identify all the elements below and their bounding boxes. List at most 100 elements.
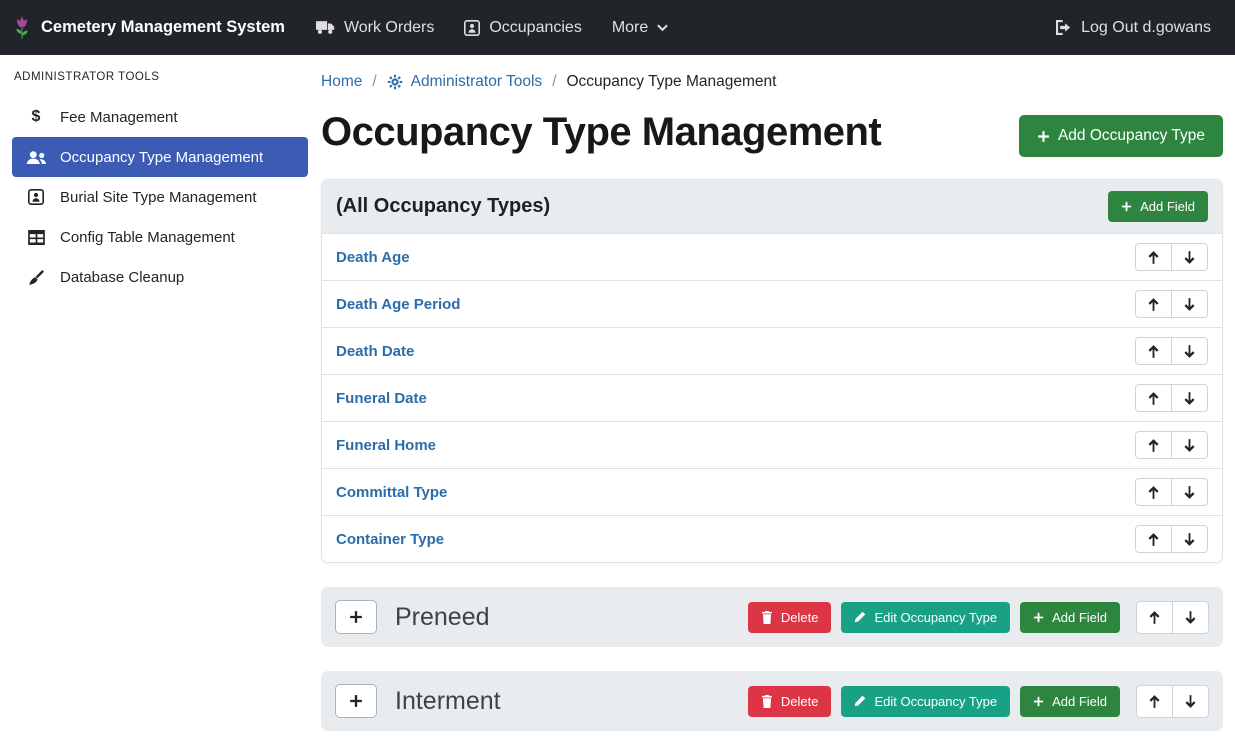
reorder-group: [1135, 337, 1208, 365]
breadcrumb-section-label: Administrator Tools: [411, 73, 543, 91]
move-down-button[interactable]: [1172, 685, 1209, 718]
all-occupancy-types-header: (All Occupancy Types) Add Field: [322, 180, 1222, 233]
plus-icon: [349, 610, 363, 624]
field-link[interactable]: Funeral Home: [336, 437, 436, 454]
breadcrumb-current: Occupancy Type Management: [567, 73, 777, 91]
expand-section-button[interactable]: [335, 600, 377, 634]
breadcrumb-home-link[interactable]: Home: [321, 73, 362, 91]
sidebar-section-header: ADMINISTRATOR TOOLS: [14, 71, 306, 83]
arrow-down-icon: [1184, 533, 1195, 546]
arrow-up-icon: [1148, 392, 1159, 405]
sidebar-item-label: Fee Management: [60, 109, 178, 126]
nav-item-work-orders[interactable]: Work Orders: [301, 19, 449, 37]
field-row: Funeral Home: [322, 421, 1222, 468]
edit-label: Edit Occupancy Type: [874, 694, 997, 709]
move-down-button[interactable]: [1171, 243, 1208, 271]
move-down-button[interactable]: [1172, 601, 1209, 634]
move-down-button[interactable]: [1171, 525, 1208, 553]
plus-icon: [1033, 612, 1044, 623]
field-link[interactable]: Death Date: [336, 343, 414, 360]
occupancy-type-section-preneed: Preneed Delete Edit Occupancy Type Add F…: [321, 587, 1223, 647]
users-icon: [24, 150, 48, 165]
logout-button[interactable]: Log Out d.gowans: [1055, 19, 1211, 37]
navbar-menu: Work Orders Occupancies More: [301, 19, 683, 37]
person-frame-icon: [24, 189, 48, 205]
add-occupancy-type-label: Add Occupancy Type: [1058, 127, 1205, 145]
pencil-icon: [854, 695, 866, 707]
arrow-up-icon: [1148, 345, 1159, 358]
reorder-group: [1135, 431, 1208, 459]
app-brand[interactable]: Cemetery Management System: [12, 16, 285, 40]
breadcrumb-admin-tools-link[interactable]: Administrator Tools: [387, 73, 543, 91]
arrow-down-icon: [1184, 298, 1195, 311]
arrow-up-icon: [1149, 611, 1160, 624]
breadcrumb: Home / Administrator Tools / Occupancy T…: [321, 67, 1223, 93]
expand-section-button[interactable]: [335, 684, 377, 718]
breadcrumb-separator: /: [552, 73, 556, 91]
reorder-group: [1135, 384, 1208, 412]
move-up-button[interactable]: [1135, 337, 1172, 365]
nav-item-label: Work Orders: [344, 19, 434, 37]
sidebar-item-database-cleanup[interactable]: Database Cleanup: [12, 257, 308, 297]
chevron-down-icon: [657, 24, 668, 32]
arrow-down-icon: [1184, 439, 1195, 452]
reorder-group: [1136, 601, 1209, 634]
move-up-button[interactable]: [1135, 290, 1172, 318]
move-down-button[interactable]: [1171, 290, 1208, 318]
edit-occupancy-type-button[interactable]: Edit Occupancy Type: [841, 602, 1010, 633]
add-field-button[interactable]: Add Field: [1108, 191, 1208, 222]
sidebar-item-label: Config Table Management: [60, 229, 235, 246]
truck-icon: [316, 20, 335, 35]
arrow-up-icon: [1148, 439, 1159, 452]
arrow-up-icon: [1149, 695, 1160, 708]
move-up-button[interactable]: [1136, 685, 1173, 718]
move-up-button[interactable]: [1135, 384, 1172, 412]
field-link[interactable]: Committal Type: [336, 484, 447, 501]
nav-item-label: More: [612, 19, 648, 37]
sidebar-item-config-table-management[interactable]: Config Table Management: [12, 217, 308, 257]
dollar-icon: $: [24, 109, 48, 125]
edit-label: Edit Occupancy Type: [874, 610, 997, 625]
section-title: Preneed: [395, 603, 490, 632]
add-field-label: Add Field: [1140, 199, 1195, 214]
move-up-button[interactable]: [1136, 601, 1173, 634]
plus-icon: [349, 694, 363, 708]
table-icon: [24, 230, 48, 245]
move-down-button[interactable]: [1171, 431, 1208, 459]
delete-button[interactable]: Delete: [748, 602, 832, 633]
sidebar-item-fee-management[interactable]: $ Fee Management: [12, 97, 308, 137]
move-up-button[interactable]: [1135, 243, 1172, 271]
field-link[interactable]: Death Age: [336, 249, 410, 266]
field-row: Funeral Date: [322, 374, 1222, 421]
move-up-button[interactable]: [1135, 525, 1172, 553]
edit-occupancy-type-button[interactable]: Edit Occupancy Type: [841, 686, 1010, 717]
move-down-button[interactable]: [1171, 478, 1208, 506]
arrow-up-icon: [1148, 486, 1159, 499]
delete-button[interactable]: Delete: [748, 686, 832, 717]
nav-item-occupancies[interactable]: Occupancies: [449, 19, 597, 37]
field-link[interactable]: Container Type: [336, 531, 444, 548]
move-up-button[interactable]: [1135, 431, 1172, 459]
move-down-button[interactable]: [1171, 384, 1208, 412]
page-title: Occupancy Type Management: [321, 109, 881, 155]
field-row: Death Age Period: [322, 280, 1222, 327]
add-field-button[interactable]: Add Field: [1020, 602, 1120, 633]
add-occupancy-type-button[interactable]: Add Occupancy Type: [1019, 115, 1223, 157]
field-row: Death Age: [322, 233, 1222, 280]
move-up-button[interactable]: [1135, 478, 1172, 506]
field-link[interactable]: Death Age Period: [336, 296, 460, 313]
field-link[interactable]: Funeral Date: [336, 390, 427, 407]
add-field-button[interactable]: Add Field: [1020, 686, 1120, 717]
sidebar-item-occupancy-type-management[interactable]: Occupancy Type Management: [12, 137, 308, 177]
arrow-down-icon: [1184, 345, 1195, 358]
field-row: Committal Type: [322, 468, 1222, 515]
arrow-down-icon: [1185, 695, 1196, 708]
breadcrumb-separator: /: [372, 73, 376, 91]
reorder-group: [1135, 478, 1208, 506]
move-down-button[interactable]: [1171, 337, 1208, 365]
person-frame-icon: [464, 20, 480, 36]
nav-item-more[interactable]: More: [597, 19, 683, 37]
arrow-down-icon: [1185, 611, 1196, 624]
nav-item-label: Occupancies: [489, 19, 582, 37]
sidebar-item-burial-site-type-management[interactable]: Burial Site Type Management: [12, 177, 308, 217]
